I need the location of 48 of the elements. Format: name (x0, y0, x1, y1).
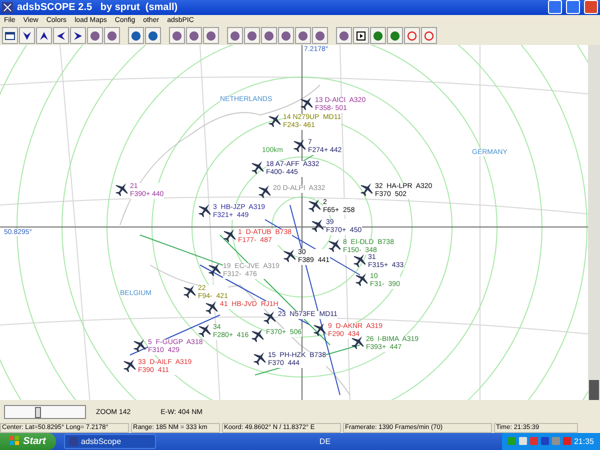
airplane-icon[interactable] (251, 160, 265, 174)
start-button[interactable]: Start (0, 432, 56, 450)
airplane-icon[interactable] (251, 328, 265, 342)
clock: 21:35 (574, 436, 594, 446)
window-icon (5, 30, 15, 41)
airplane-icon[interactable] (183, 284, 197, 298)
airplane-icon[interactable] (328, 238, 342, 252)
toolbar-button[interactable] (70, 27, 86, 44)
maximize-button[interactable] (566, 0, 580, 14)
airplane-icon[interactable] (223, 228, 237, 242)
minimize-button[interactable] (548, 0, 562, 14)
windows-logo-icon (10, 436, 20, 446)
airplane-icon[interactable] (313, 322, 327, 336)
airplane-icon[interactable] (351, 334, 365, 349)
airplane-icon[interactable] (293, 138, 307, 152)
airplane-icon[interactable] (353, 252, 367, 267)
taskbar-button[interactable]: adsbScope (64, 434, 156, 449)
play-icon (356, 30, 366, 41)
airplane-icon[interactable] (198, 202, 212, 217)
airplane-icon[interactable] (205, 300, 219, 314)
airplane-icon[interactable] (268, 112, 282, 127)
airplane-icon[interactable] (311, 218, 325, 232)
airplane-icon[interactable] (308, 198, 322, 212)
airplane-icon[interactable] (115, 182, 129, 196)
toolbar-button[interactable] (53, 27, 69, 44)
left-arrow-icon (56, 30, 66, 41)
down-arrow-icon (22, 30, 32, 41)
airplane-icon[interactable] (258, 184, 272, 198)
close-button[interactable] (584, 0, 598, 14)
airplane-icon[interactable] (198, 322, 212, 337)
toolbar-button[interactable] (2, 27, 18, 44)
airplane-icon[interactable] (360, 182, 374, 196)
airplane-icon[interactable] (300, 96, 314, 110)
airplane-icon[interactable] (123, 358, 137, 372)
airplane-icon[interactable] (208, 262, 222, 276)
toolbar-button[interactable] (36, 27, 52, 44)
toolbar-button[interactable] (353, 27, 369, 44)
toolbar-button[interactable] (19, 27, 35, 44)
up-arrow-icon (39, 30, 49, 41)
zoom-slider[interactable] (4, 405, 86, 420)
airplane-icon[interactable] (133, 338, 147, 352)
airplane-icon[interactable] (253, 350, 267, 365)
airplane-icon[interactable] (263, 310, 277, 324)
airplane-icon[interactable] (355, 272, 369, 286)
language-indicator[interactable]: DE (319, 436, 331, 446)
right-arrow-icon (73, 30, 83, 41)
airplane-icon[interactable] (283, 248, 297, 262)
window-title: adsbSCOPE 2.5 by sprut (small) (17, 2, 179, 13)
